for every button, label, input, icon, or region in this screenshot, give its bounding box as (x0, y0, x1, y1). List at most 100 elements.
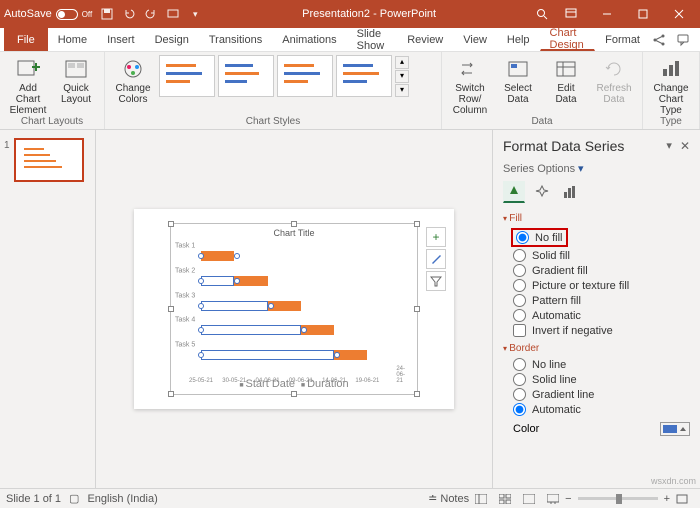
pane-options-icon[interactable]: ▾ (666, 139, 672, 153)
slideshow-view-icon[interactable] (542, 491, 564, 507)
tab-review[interactable]: Review (397, 28, 453, 51)
add-chart-element-button[interactable]: Add Chart Element (6, 55, 50, 116)
chart-title[interactable]: Chart Title (171, 228, 417, 238)
ribbon-options-icon[interactable] (554, 0, 588, 28)
change-colors-button[interactable]: Change Colors (111, 55, 155, 105)
format-data-series-pane: Format Data Series ▾ ✕ Series Options ▾ … (492, 130, 700, 488)
fill-radio-solid[interactable] (513, 249, 526, 262)
chart-style-4[interactable] (336, 55, 392, 97)
autosave-state: Off (82, 10, 93, 19)
tab-animations[interactable]: Animations (272, 28, 346, 51)
series-options-icon[interactable] (559, 181, 581, 203)
chart-style-1[interactable] (159, 55, 215, 97)
minimize-icon[interactable] (590, 0, 624, 28)
fill-radio-no-fill[interactable] (516, 231, 529, 244)
switch-row-column-icon (456, 57, 484, 81)
undo-icon[interactable] (122, 7, 136, 21)
effects-icon[interactable] (531, 181, 553, 203)
group-type: Change Chart Type Type (643, 52, 700, 129)
refresh-data-button[interactable]: Refresh Data (592, 55, 636, 105)
tab-file[interactable]: File (4, 28, 48, 51)
quick-layout-icon (62, 57, 90, 81)
group-chart-layouts: Add Chart Element Quick Layout Chart Lay… (0, 52, 105, 129)
slide-sorter-icon[interactable] (494, 491, 516, 507)
autosave-label: AutoSave (4, 8, 52, 20)
chart-filters-button[interactable] (426, 271, 446, 291)
tab-home[interactable]: Home (48, 28, 97, 51)
change-chart-type-icon (657, 57, 685, 81)
slide-thumbnail-1[interactable]: 1 (14, 138, 84, 182)
reading-view-icon[interactable] (518, 491, 540, 507)
tab-slideshow[interactable]: Slide Show (347, 28, 398, 51)
chart-object[interactable]: Chart Title Task 1 Task 2 Task 3 Task 4 … (170, 223, 418, 395)
workspace: 1 Chart Title Task 1 Task 2 Task 3 Task … (0, 130, 700, 488)
title-bar: AutoSave Off ▾ Presentation2 - PowerPoin… (0, 0, 700, 28)
fit-to-window-icon[interactable] (671, 491, 693, 507)
select-data-button[interactable]: Select Data (496, 55, 540, 105)
tab-insert[interactable]: Insert (97, 28, 145, 51)
chart-plot-area[interactable]: Task 1 Task 2 Task 3 Task 4 Task 5 25-05… (201, 246, 409, 370)
pane-close-icon[interactable]: ✕ (680, 139, 690, 153)
fill-radio-pattern[interactable] (513, 294, 526, 307)
maximize-icon[interactable] (626, 0, 660, 28)
comments-icon[interactable] (674, 31, 692, 49)
slide-thumbnails: 1 (0, 130, 96, 488)
qat-more-icon[interactable]: ▾ (188, 7, 202, 21)
fill-radio-gradient[interactable] (513, 264, 526, 277)
redo-icon[interactable] (144, 7, 158, 21)
border-section-header[interactable]: Border (503, 343, 690, 354)
tab-design[interactable]: Design (145, 28, 199, 51)
zoom-slider[interactable] (578, 497, 658, 500)
pane-category-icons (503, 181, 690, 203)
fill-line-icon[interactable] (503, 181, 525, 203)
accessibility-icon[interactable]: ▢ (69, 492, 79, 505)
slide-indicator[interactable]: Slide 1 of 1 (6, 493, 61, 505)
language-indicator[interactable]: English (India) (87, 493, 157, 505)
zoom-out-icon[interactable]: − (565, 493, 571, 505)
fill-radio-picture[interactable] (513, 279, 526, 292)
border-radio-gradient[interactable] (513, 388, 526, 401)
fill-radio-auto[interactable] (513, 309, 526, 322)
chart-legend[interactable]: ■ Start Date ■ Duration (171, 378, 417, 390)
start-from-beginning-icon[interactable] (166, 7, 180, 21)
toggle-switch-icon[interactable] (56, 9, 78, 20)
fill-section-header[interactable]: Fill (503, 213, 690, 224)
save-icon[interactable] (100, 7, 114, 21)
chart-style-3[interactable] (277, 55, 333, 97)
gallery-down-icon[interactable]: ▾ (395, 70, 409, 83)
chart-styles-gallery[interactable]: ▴ ▾ ▾ (159, 55, 409, 97)
search-icon[interactable] (536, 8, 548, 20)
chart-elements-button[interactable]: + (426, 227, 446, 247)
window-title: Presentation2 - PowerPoint (202, 8, 536, 20)
invert-if-negative-checkbox[interactable] (513, 324, 526, 337)
tab-format[interactable]: Format (595, 28, 650, 51)
gallery-up-icon[interactable]: ▴ (395, 56, 409, 69)
chart-float-buttons: + (426, 227, 446, 291)
zoom-in-icon[interactable]: + (664, 493, 670, 505)
border-radio-no-line[interactable] (513, 358, 526, 371)
normal-view-icon[interactable] (470, 491, 492, 507)
border-color-picker[interactable] (660, 422, 690, 436)
close-icon[interactable] (662, 0, 696, 28)
tab-help[interactable]: Help (497, 28, 540, 51)
notes-button[interactable]: ≐ Notes (428, 492, 469, 505)
autosave-toggle[interactable]: AutoSave Off (4, 8, 92, 20)
border-radio-solid[interactable] (513, 373, 526, 386)
switch-row-column-button[interactable]: Switch Row/ Column (448, 55, 492, 116)
pane-subtitle[interactable]: Series Options ▾ (503, 162, 690, 175)
share-icon[interactable] (650, 31, 668, 49)
quick-layout-button[interactable]: Quick Layout (54, 55, 98, 105)
no-fill-option-highlighted[interactable]: No fill (511, 228, 568, 247)
slide-canvas[interactable]: Chart Title Task 1 Task 2 Task 3 Task 4 … (96, 130, 492, 488)
change-chart-type-button[interactable]: Change Chart Type (649, 55, 693, 116)
border-radio-auto[interactable] (513, 403, 526, 416)
watermark: wsxdn.com (651, 476, 696, 486)
tab-view[interactable]: View (453, 28, 497, 51)
tab-chart-design[interactable]: Chart Design (540, 28, 596, 51)
slide[interactable]: Chart Title Task 1 Task 2 Task 3 Task 4 … (134, 209, 454, 409)
tab-transitions[interactable]: Transitions (199, 28, 272, 51)
chart-style-2[interactable] (218, 55, 274, 97)
chart-styles-button[interactable] (426, 249, 446, 269)
gallery-more-icon[interactable]: ▾ (395, 84, 409, 97)
edit-data-button[interactable]: Edit Data (544, 55, 588, 105)
